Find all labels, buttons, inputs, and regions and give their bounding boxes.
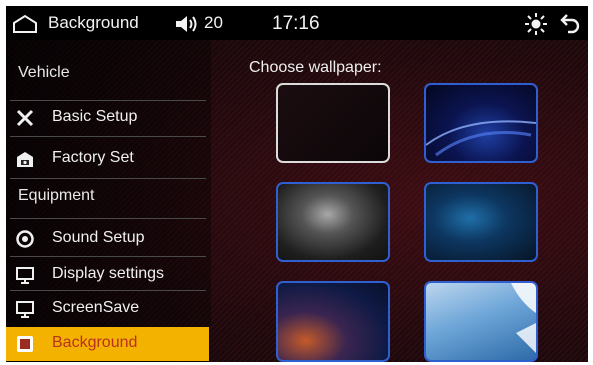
wallpaper-thumb-3[interactable] <box>276 182 390 262</box>
divider <box>10 100 206 101</box>
divider <box>10 218 206 219</box>
wallpaper-thumb-1[interactable] <box>276 83 390 163</box>
page-title: Background <box>48 13 139 32</box>
head-unit-screen: Background 20 17:16 Vehicle Basic Setup … <box>6 6 588 362</box>
brightness-icon[interactable] <box>525 13 547 40</box>
divider <box>10 178 206 179</box>
sidebar-item-sound-setup[interactable]: Sound Setup <box>6 223 209 255</box>
background-icon <box>16 335 34 353</box>
divider <box>10 136 206 137</box>
sidebar-item-label: Background <box>52 334 138 351</box>
choose-wallpaper-label: Choose wallpaper: <box>249 59 382 76</box>
sidebar-item-display-settings[interactable]: Display settings <box>6 259 209 291</box>
speaker-icon <box>16 230 34 248</box>
sidebar-item-background[interactable]: Background <box>6 327 209 361</box>
sidebar-item-label: Factory Set <box>52 149 134 166</box>
top-status-bar: Background 20 17:16 <box>6 6 588 40</box>
sidebar-item-label: Display settings <box>52 265 165 282</box>
sidebar-item-screensave[interactable]: ScreenSave <box>6 293 209 325</box>
wallpaper-thumb-2[interactable] <box>424 83 538 163</box>
volume-level: 20 <box>204 13 223 32</box>
factory-icon <box>16 150 34 168</box>
sidebar-item-basic-setup[interactable]: Basic Setup <box>6 102 209 134</box>
display-icon <box>16 266 34 284</box>
wallpaper-thumb-6[interactable] <box>424 281 538 362</box>
monitor-icon <box>16 300 34 318</box>
wallpaper-thumb-4[interactable] <box>424 182 538 262</box>
home-icon[interactable] <box>12 14 38 39</box>
divider <box>10 256 206 257</box>
back-icon[interactable] <box>559 12 581 39</box>
divider <box>10 290 206 291</box>
sidebar-item-label: Sound Setup <box>52 229 145 246</box>
tools-icon <box>16 109 34 127</box>
volume-icon[interactable] <box>174 15 200 38</box>
settings-sidebar: Vehicle Basic Setup Factory Set Equipmen… <box>6 40 211 362</box>
category-vehicle: Vehicle <box>18 64 70 81</box>
sidebar-item-factory-set[interactable]: Factory Set <box>6 143 209 175</box>
category-equipment: Equipment <box>18 187 95 204</box>
wallpaper-thumb-5[interactable] <box>276 281 390 362</box>
sidebar-item-label: ScreenSave <box>52 299 140 316</box>
sidebar-item-label: Basic Setup <box>52 108 138 125</box>
clock: 17:16 <box>272 13 320 34</box>
